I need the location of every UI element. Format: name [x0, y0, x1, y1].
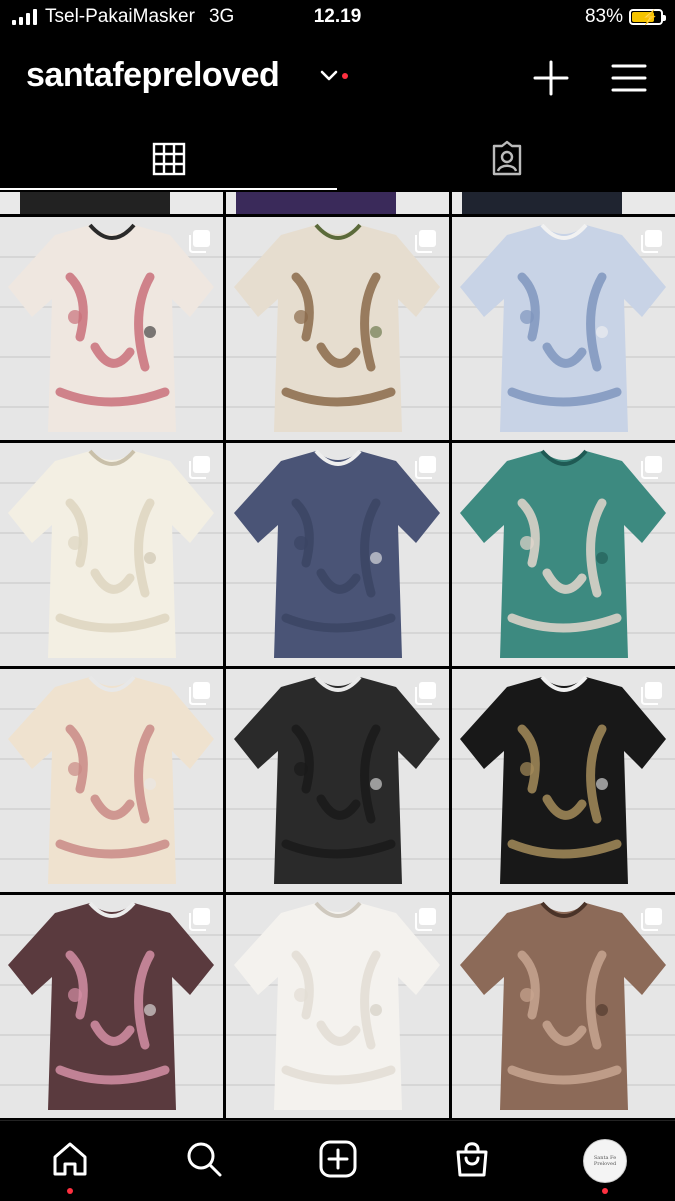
post-thumbnail[interactable] — [452, 217, 675, 440]
clock: 12.19 — [313, 6, 362, 27]
post-thumbnail[interactable] — [226, 443, 449, 666]
post-thumbnail[interactable] — [226, 895, 449, 1118]
notification-dot — [342, 73, 348, 79]
multiple-photos-icon — [641, 230, 662, 253]
chevron-down-icon[interactable] — [318, 64, 340, 86]
post-thumbnail[interactable] — [452, 895, 675, 1118]
multiple-photos-icon — [415, 682, 436, 705]
post-thumbnail[interactable] — [452, 669, 675, 892]
grid-tab[interactable] — [0, 130, 337, 190]
multiple-photos-icon — [415, 456, 436, 479]
multiple-photos-icon — [415, 908, 436, 931]
post-thumbnail[interactable] — [226, 669, 449, 892]
tagged-person-icon — [492, 140, 521, 176]
menu-icon[interactable] — [609, 58, 649, 98]
username-switcher[interactable]: santafepreloved — [26, 56, 280, 95]
post-thumbnail-partial[interactable] — [452, 192, 675, 214]
posts-grid — [0, 192, 675, 1120]
profile-notification-dot — [602, 1188, 608, 1194]
search-button[interactable] — [182, 1137, 226, 1181]
grid-icon — [152, 142, 185, 176]
bottom-navigation: Santa Fe Preloved — [0, 1120, 675, 1201]
add-post-icon — [319, 1140, 357, 1178]
home-notification-dot — [67, 1188, 73, 1194]
shop-icon — [456, 1142, 488, 1177]
home-icon — [53, 1142, 87, 1176]
multiple-photos-icon — [641, 908, 662, 931]
status-bar: Tsel-PakaiMasker 3G 12.19 83% ⚡ — [0, 0, 675, 36]
multiple-photos-icon — [641, 682, 662, 705]
post-thumbnail-partial[interactable] — [0, 192, 223, 214]
post-thumbnail[interactable] — [226, 217, 449, 440]
tagged-tab[interactable] — [338, 130, 675, 188]
multiple-photos-icon — [189, 230, 210, 253]
profile-tabs — [0, 130, 675, 190]
battery-info: 83% ⚡ — [584, 6, 666, 28]
battery-icon: ⚡ — [629, 9, 666, 25]
home-button[interactable] — [48, 1137, 92, 1181]
avatar-logo-text: Santa Fe Preloved — [593, 1155, 617, 1167]
post-thumbnail[interactable] — [452, 443, 675, 666]
post-thumbnail[interactable] — [0, 443, 223, 666]
post-thumbnail[interactable] — [0, 895, 223, 1118]
multiple-photos-icon — [415, 230, 436, 253]
plus-icon[interactable] — [531, 58, 571, 98]
search-icon — [187, 1142, 222, 1177]
post-thumbnail[interactable] — [0, 669, 223, 892]
post-thumbnail-partial[interactable] — [226, 192, 449, 214]
multiple-photos-icon — [189, 908, 210, 931]
profile-avatar[interactable]: Santa Fe Preloved — [583, 1139, 627, 1183]
battery-percent: 83% — [584, 6, 623, 27]
post-thumbnail[interactable] — [0, 217, 223, 440]
add-post-button[interactable] — [316, 1137, 360, 1181]
multiple-photos-icon — [189, 682, 210, 705]
multiple-photos-icon — [641, 456, 662, 479]
shop-button[interactable] — [450, 1137, 494, 1181]
multiple-photos-icon — [189, 456, 210, 479]
profile-header: santafepreloved — [0, 50, 675, 110]
